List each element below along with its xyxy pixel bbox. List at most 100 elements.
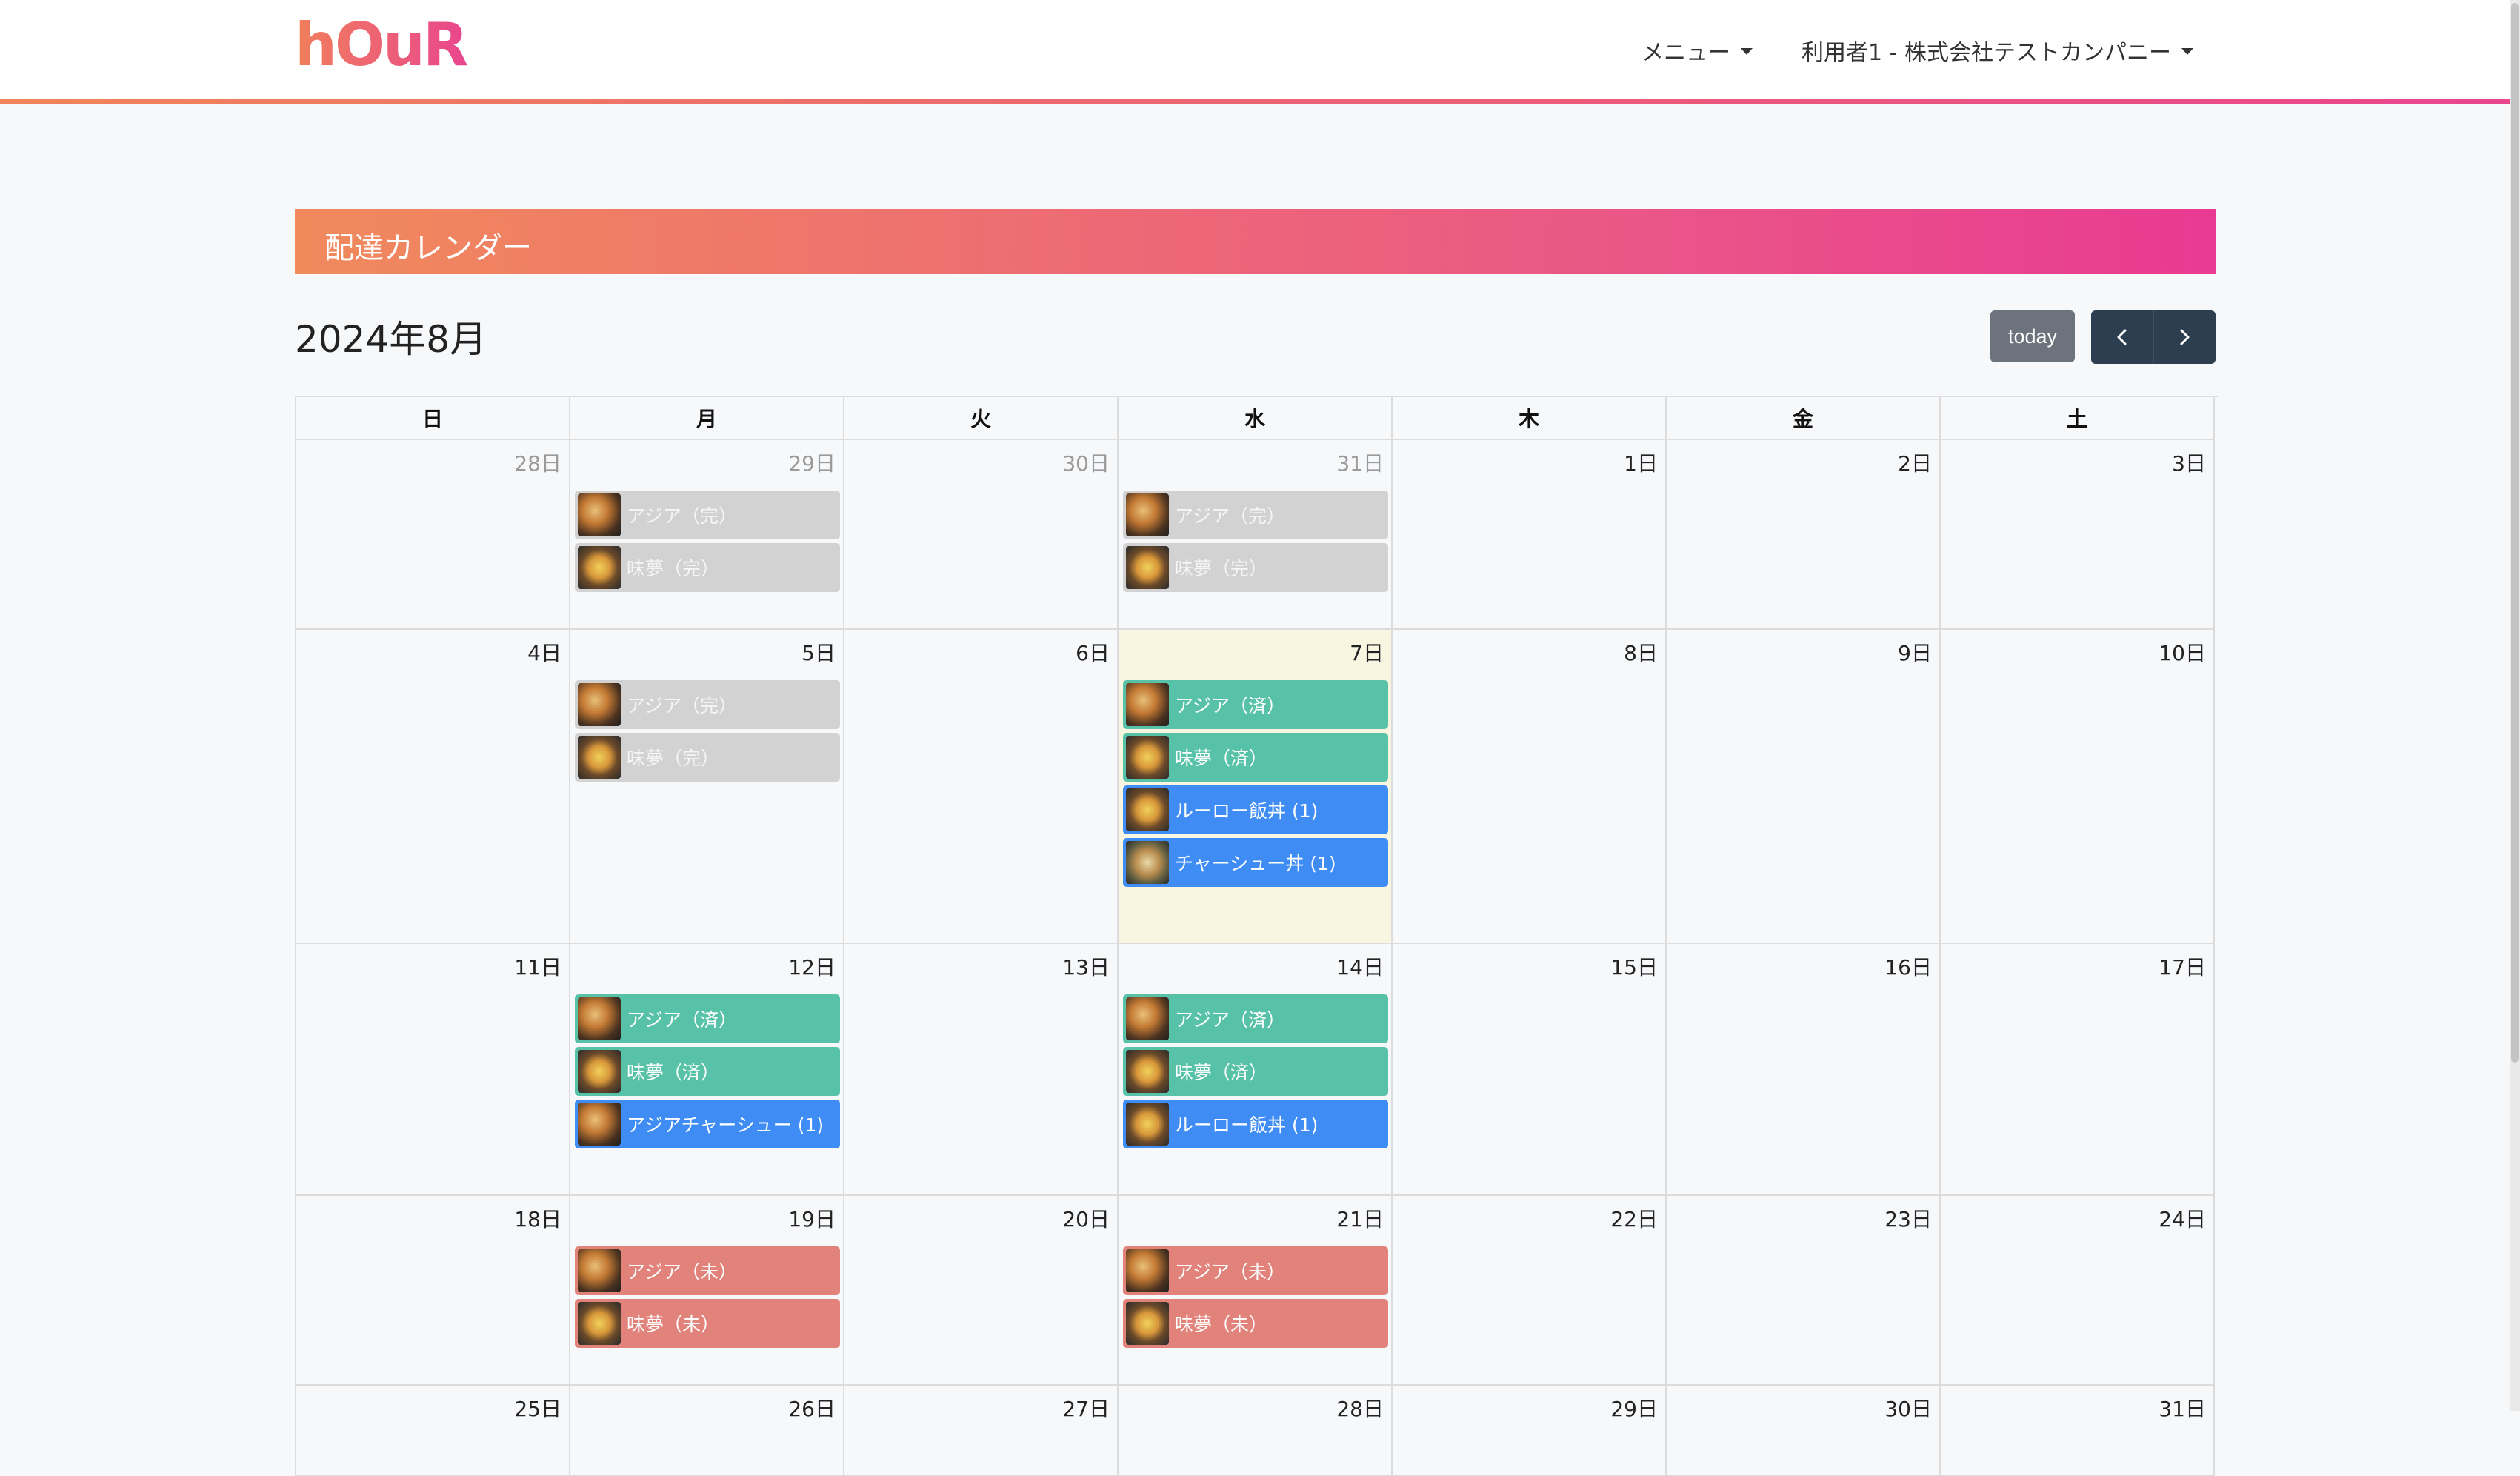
calendar-day-cell[interactable]: 30日 (844, 440, 1119, 630)
day-number[interactable]: 3日 (2172, 448, 2206, 477)
calendar-event[interactable]: 味夢（未） (575, 1299, 840, 1348)
calendar-event[interactable]: 味夢（完） (575, 733, 840, 782)
day-number[interactable]: 11日 (514, 951, 561, 981)
calendar-day-cell[interactable]: 6日 (844, 630, 1119, 944)
calendar-day-cell[interactable]: 14日アジア（済） 味夢（済） ルーロー飯丼 (1) (1119, 944, 1393, 1196)
calendar-day-cell[interactable]: 12日アジア（済） 味夢（済） アジアチャーシュー (1) (570, 944, 844, 1196)
day-number[interactable]: 17日 (2159, 951, 2206, 981)
calendar-event[interactable]: アジア（済） (1123, 994, 1388, 1043)
day-number[interactable]: 19日 (788, 1203, 836, 1233)
calendar-day-cell[interactable]: 22日 (1393, 1196, 1667, 1386)
calendar-day-cell[interactable]: 1日 (1393, 440, 1667, 630)
calendar-day-cell[interactable]: 31日アジア（完） 味夢（完） (1119, 440, 1393, 630)
today-button[interactable]: today (1990, 310, 2075, 362)
calendar-event[interactable]: ルーロー飯丼 (1) (1123, 1100, 1388, 1148)
calendar-day-cell[interactable]: 26日 (570, 1386, 844, 1476)
day-number[interactable]: 31日 (2159, 1393, 2206, 1423)
calendar-day-cell[interactable]: 16日 (1667, 944, 1941, 1196)
day-number[interactable]: 13日 (1062, 951, 1110, 981)
vertical-scrollbar[interactable] (2510, 0, 2520, 1411)
calendar-event[interactable]: アジア（完） (1123, 491, 1388, 539)
menu-dropdown[interactable]: メニュー (1641, 34, 1753, 67)
day-number[interactable]: 30日 (1062, 448, 1110, 477)
calendar-day-cell[interactable]: 10日 (1941, 630, 2215, 944)
day-number[interactable]: 7日 (1350, 637, 1384, 667)
calendar-day-cell[interactable]: 25日 (296, 1386, 570, 1476)
calendar-event[interactable]: アジア（未） (1123, 1246, 1388, 1295)
day-number[interactable]: 16日 (1884, 951, 1932, 981)
calendar-day-cell[interactable]: 20日 (844, 1196, 1119, 1386)
calendar-day-cell[interactable]: 28日 (296, 440, 570, 630)
calendar-day-cell[interactable]: 21日アジア（未） 味夢（未） (1119, 1196, 1393, 1386)
calendar-day-cell[interactable]: 23日 (1667, 1196, 1941, 1386)
calendar-event[interactable]: 味夢（済） (575, 1047, 840, 1096)
calendar-day-cell[interactable]: 3日 (1941, 440, 2215, 630)
calendar-event[interactable]: チャーシュー丼 (1) (1123, 838, 1388, 887)
day-number[interactable]: 26日 (788, 1393, 836, 1423)
day-number[interactable]: 1日 (1624, 448, 1658, 477)
day-number[interactable]: 10日 (2159, 637, 2206, 667)
calendar-day-cell[interactable]: 17日 (1941, 944, 2215, 1196)
calendar-day-cell[interactable]: 30日 (1667, 1386, 1941, 1476)
user-dropdown-label: 利用者1 - 株式会社テストカンパニー (1801, 40, 2171, 66)
day-number[interactable]: 27日 (1062, 1393, 1110, 1423)
event-title: チャーシュー丼 (1) (1175, 853, 1336, 874)
user-dropdown[interactable]: 利用者1 - 株式会社テストカンパニー (1801, 34, 2193, 67)
day-number[interactable]: 31日 (1336, 448, 1384, 477)
calendar-day-cell[interactable]: 15日 (1393, 944, 1667, 1196)
day-number[interactable]: 22日 (1610, 1203, 1658, 1233)
calendar-day-cell[interactable]: 13日 (844, 944, 1119, 1196)
day-number[interactable]: 29日 (1610, 1393, 1658, 1423)
calendar-day-cell[interactable]: 19日アジア（未） 味夢（未） (570, 1196, 844, 1386)
calendar-event[interactable]: アジア（済） (575, 994, 840, 1043)
calendar-event[interactable]: アジア（未） (575, 1246, 840, 1295)
calendar-event[interactable]: 味夢（完） (575, 543, 840, 592)
day-number[interactable]: 4日 (527, 637, 561, 667)
calendar-day-cell[interactable]: 4日 (296, 630, 570, 944)
day-number[interactable]: 15日 (1610, 951, 1658, 981)
day-number[interactable]: 20日 (1062, 1203, 1110, 1233)
calendar-event[interactable]: ルーロー飯丼 (1) (1123, 785, 1388, 834)
day-number[interactable]: 8日 (1624, 637, 1658, 667)
calendar-day-cell[interactable]: 31日 (1941, 1386, 2215, 1476)
prev-month-button[interactable] (2091, 310, 2153, 364)
brand-logo[interactable]: hOuR (295, 10, 469, 79)
calendar-event[interactable]: アジア（完） (575, 680, 840, 729)
day-number[interactable]: 18日 (514, 1203, 561, 1233)
next-month-button[interactable] (2153, 310, 2216, 364)
calendar-event[interactable]: 味夢（済） (1123, 733, 1388, 782)
calendar-day-cell[interactable]: 8日 (1393, 630, 1667, 944)
calendar-day-cell[interactable]: 27日 (844, 1386, 1119, 1476)
day-number[interactable]: 23日 (1884, 1203, 1932, 1233)
calendar-event[interactable]: アジア（完） (575, 491, 840, 539)
calendar-day-cell[interactable]: 11日 (296, 944, 570, 1196)
day-number[interactable]: 14日 (1336, 951, 1384, 981)
calendar-day-cell[interactable]: 18日 (296, 1196, 570, 1386)
calendar-day-cell[interactable]: 24日 (1941, 1196, 2215, 1386)
day-number[interactable]: 29日 (788, 448, 836, 477)
day-number[interactable]: 6日 (1076, 637, 1110, 667)
day-number[interactable]: 12日 (788, 951, 836, 981)
day-number[interactable]: 25日 (514, 1393, 561, 1423)
day-number[interactable]: 28日 (514, 448, 561, 477)
day-number[interactable]: 9日 (1898, 637, 1932, 667)
calendar-event[interactable]: アジア（済） (1123, 680, 1388, 729)
day-number[interactable]: 2日 (1898, 448, 1932, 477)
calendar-event[interactable]: 味夢（未） (1123, 1299, 1388, 1348)
calendar-day-cell[interactable]: 5日アジア（完） 味夢（完） (570, 630, 844, 944)
day-number[interactable]: 28日 (1336, 1393, 1384, 1423)
day-number[interactable]: 30日 (1884, 1393, 1932, 1423)
calendar-day-cell[interactable]: 28日 (1119, 1386, 1393, 1476)
calendar-event[interactable]: 味夢（済） (1123, 1047, 1388, 1096)
calendar-day-cell[interactable]: 29日アジア（完） 味夢（完） (570, 440, 844, 630)
day-number[interactable]: 5日 (801, 637, 836, 667)
scrollbar-thumb[interactable] (2511, 3, 2519, 1063)
calendar-event[interactable]: 味夢（完） (1123, 543, 1388, 592)
day-number[interactable]: 24日 (2159, 1203, 2206, 1233)
day-number[interactable]: 21日 (1336, 1203, 1384, 1233)
calendar-day-cell[interactable]: 29日 (1393, 1386, 1667, 1476)
calendar-day-cell[interactable]: 7日アジア（済） 味夢（済） ルーロー飯丼 (1) チャーシュー丼 (1) (1119, 630, 1393, 944)
calendar-event[interactable]: アジアチャーシュー (1) (575, 1100, 840, 1148)
calendar-day-cell[interactable]: 2日 (1667, 440, 1941, 630)
calendar-day-cell[interactable]: 9日 (1667, 630, 1941, 944)
